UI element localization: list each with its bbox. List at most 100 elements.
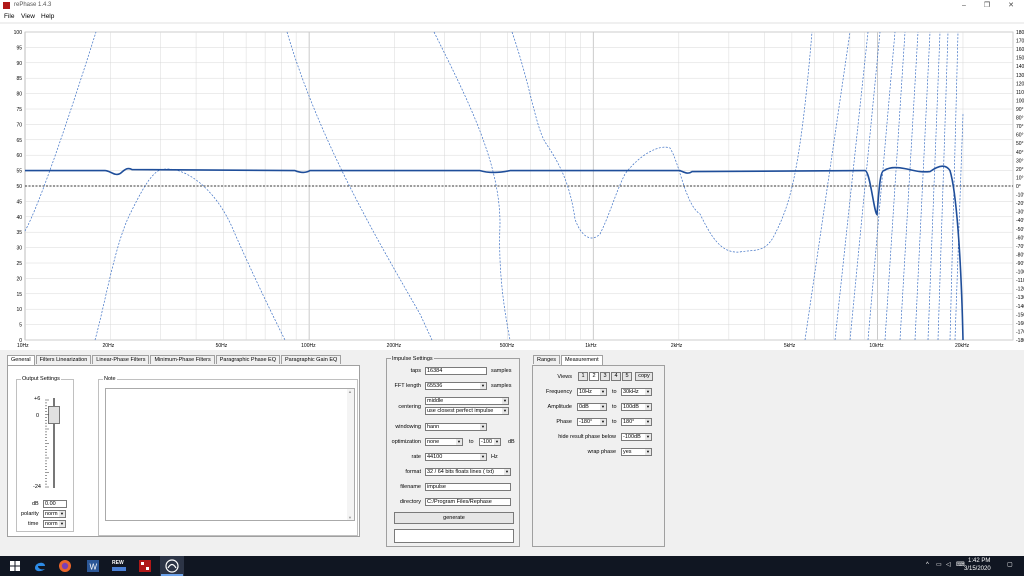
amplitude-to-select[interactable]: 100dB bbox=[621, 403, 652, 411]
view-3-button[interactable]: 3 bbox=[600, 372, 610, 381]
word-icon[interactable]: W bbox=[86, 559, 100, 573]
phase-tick-label: 60° bbox=[1016, 133, 1024, 139]
response-plot[interactable]: 100 95 90 85 80 75 70 65 60 55 50 45 40 35 30 25 20 15 10 5… bbox=[0, 24, 1024, 350]
copy-view-button[interactable]: copy bbox=[635, 372, 653, 381]
amplitude-tick-label: 50 bbox=[16, 184, 22, 190]
frequency-from-select[interactable]: 10Hz bbox=[577, 388, 607, 396]
wrap-phase-label: wrap phase bbox=[587, 449, 616, 455]
tab-filters-linearization[interactable]: Filters Linearization bbox=[35, 355, 92, 364]
phase-from-select[interactable]: -180° bbox=[577, 418, 607, 426]
menu-file[interactable]: File bbox=[4, 13, 14, 20]
volume-icon[interactable]: ◁ bbox=[946, 561, 951, 568]
view-2-button[interactable]: 2 bbox=[589, 372, 599, 381]
optimization-select[interactable]: none bbox=[425, 438, 463, 446]
tray-chevron-icon[interactable]: ^ bbox=[926, 562, 929, 568]
amplitude-tick-label: 75 bbox=[16, 107, 22, 113]
taps-field[interactable]: 16384 bbox=[425, 367, 487, 375]
centering-mode-select[interactable]: use closest perfect impulse bbox=[425, 407, 509, 415]
amplitude-from-select[interactable]: 0dB bbox=[577, 403, 607, 411]
format-label: format bbox=[405, 469, 421, 475]
note-textarea[interactable] bbox=[105, 388, 355, 521]
amplitude-tick-label: 100 bbox=[14, 30, 23, 36]
tab-paragraphic-gain-eq[interactable]: Paragraphic Gain EQ bbox=[280, 355, 342, 364]
hide-result-phase-label: hide result phase below bbox=[558, 434, 616, 440]
optimization-unit: dB bbox=[508, 439, 515, 445]
fft-length-label: FFT length bbox=[394, 383, 422, 389]
plot-canvas[interactable]: 100 95 90 85 80 75 70 65 60 55 50 45 40 35 30 25 20 15 10 5… bbox=[0, 24, 1024, 350]
status-field bbox=[394, 529, 514, 543]
directory-field[interactable]: C:/Program Files/Rephase bbox=[425, 498, 511, 506]
filename-field[interactable]: impulse bbox=[425, 483, 511, 491]
window-title: rePhase 1.4.3 bbox=[14, 2, 52, 8]
view-5-button[interactable]: 5 bbox=[622, 372, 632, 381]
windows-start-icon[interactable] bbox=[8, 559, 22, 573]
amplitude-tick-label: 80 bbox=[16, 92, 22, 98]
scroll-up-icon[interactable]: ▲ bbox=[348, 389, 352, 394]
frequency-tick-label: 20Hz bbox=[103, 343, 115, 349]
firefox-icon[interactable] bbox=[58, 559, 72, 573]
scroll-down-icon[interactable]: ▼ bbox=[348, 515, 352, 520]
centering-select[interactable]: middle bbox=[425, 397, 509, 405]
tab-linear-phase-filters[interactable]: Linear-Phase Filters bbox=[92, 355, 150, 364]
view-4-button[interactable]: 4 bbox=[611, 372, 621, 381]
windowing-select[interactable]: hann bbox=[425, 423, 487, 431]
tab-general[interactable]: General bbox=[7, 355, 35, 365]
menu-view[interactable]: View bbox=[21, 13, 35, 20]
wrap-phase-select[interactable]: yes bbox=[621, 448, 652, 456]
hide-result-phase-select[interactable]: -100dB bbox=[621, 433, 652, 441]
view-1-button[interactable]: 1 bbox=[578, 372, 588, 381]
phase-to-select[interactable]: 180° bbox=[621, 418, 652, 426]
phase-tick-label: 160° bbox=[1016, 47, 1024, 53]
polarity-select[interactable]: norm bbox=[43, 510, 66, 518]
fft-length-select[interactable]: 65536 bbox=[425, 382, 487, 390]
phase-tick-label: 120° bbox=[1016, 81, 1024, 87]
rate-select[interactable]: 44100 bbox=[425, 453, 487, 461]
tab-measurement[interactable]: Measurement bbox=[560, 355, 603, 365]
phase-tick-label: 40° bbox=[1016, 150, 1024, 156]
tab-paragraphic-phase-eq[interactable]: Paragraphic Phase EQ bbox=[215, 355, 280, 364]
frequency-to-select[interactable]: 30kHz bbox=[621, 388, 652, 396]
phase-tick-label: 180° bbox=[1016, 30, 1024, 36]
phase-tick-label: -80° bbox=[1016, 252, 1024, 258]
format-select[interactable]: 32 / 64 bits floats lines ( txt) bbox=[425, 468, 511, 476]
amplitude-label: Amplitude bbox=[547, 404, 572, 410]
phase-tick-label: -170° bbox=[1016, 329, 1024, 335]
generate-button[interactable]: generate bbox=[394, 512, 514, 524]
time-select[interactable]: norm bbox=[43, 520, 66, 528]
notification-icon[interactable]: ▢ bbox=[1007, 561, 1013, 568]
frequency-tick-label: 50Hz bbox=[216, 343, 228, 349]
edge-browser-icon[interactable] bbox=[33, 559, 47, 573]
menu-help[interactable]: Help bbox=[41, 13, 54, 20]
frequency-tick-label: 10kHz bbox=[869, 343, 884, 349]
rate-unit: Hz bbox=[491, 454, 498, 460]
tab-minimum-phase-filters[interactable]: Minimum-Phase Filters bbox=[150, 355, 215, 364]
audio-app-icon[interactable] bbox=[165, 559, 179, 573]
phase-tick-label: -160° bbox=[1016, 321, 1024, 327]
maximize-button[interactable]: ❐ bbox=[978, 1, 996, 11]
phase-tick-label: 70° bbox=[1016, 124, 1024, 130]
db-value-field[interactable]: 0.00 bbox=[43, 500, 67, 508]
amplitude-tick-label: 95 bbox=[16, 45, 22, 51]
close-button[interactable]: ✕ bbox=[1002, 1, 1020, 11]
clock-date[interactable]: 3/15/2020 bbox=[964, 566, 991, 572]
phase-label: Phase bbox=[556, 419, 572, 425]
phase-tick-label: -140° bbox=[1016, 304, 1024, 310]
rew-app-icon[interactable]: REW bbox=[112, 559, 126, 573]
phase-tick-label: 50° bbox=[1016, 141, 1024, 147]
slider-bottom-label: -24 bbox=[33, 484, 41, 490]
phase-tick-label: 80° bbox=[1016, 116, 1024, 122]
network-icon[interactable]: ▭ bbox=[936, 561, 942, 568]
phase-tick-label: -40° bbox=[1016, 218, 1024, 224]
slider-top-label: +6 bbox=[34, 396, 41, 402]
tab-ranges[interactable]: Ranges bbox=[533, 355, 560, 364]
title-bar: rePhase 1.4.3 – ❐ ✕ bbox=[0, 0, 1024, 12]
output-settings-group: Output Settings +6 0 -24 dB 0.00 polarit… bbox=[16, 376, 74, 532]
minimize-button[interactable]: – bbox=[955, 1, 973, 11]
phase-tick-label: 90° bbox=[1016, 107, 1024, 113]
phase-tick-label: -110° bbox=[1016, 278, 1024, 284]
rephase-taskbar-icon[interactable] bbox=[138, 559, 152, 573]
note-scrollbar[interactable]: ▲ ▼ bbox=[347, 389, 354, 520]
phase-tick-label: -60° bbox=[1016, 235, 1024, 241]
clock-time[interactable]: 1:42 PM bbox=[968, 558, 990, 564]
optimization-db-select[interactable]: -100 bbox=[479, 438, 501, 446]
